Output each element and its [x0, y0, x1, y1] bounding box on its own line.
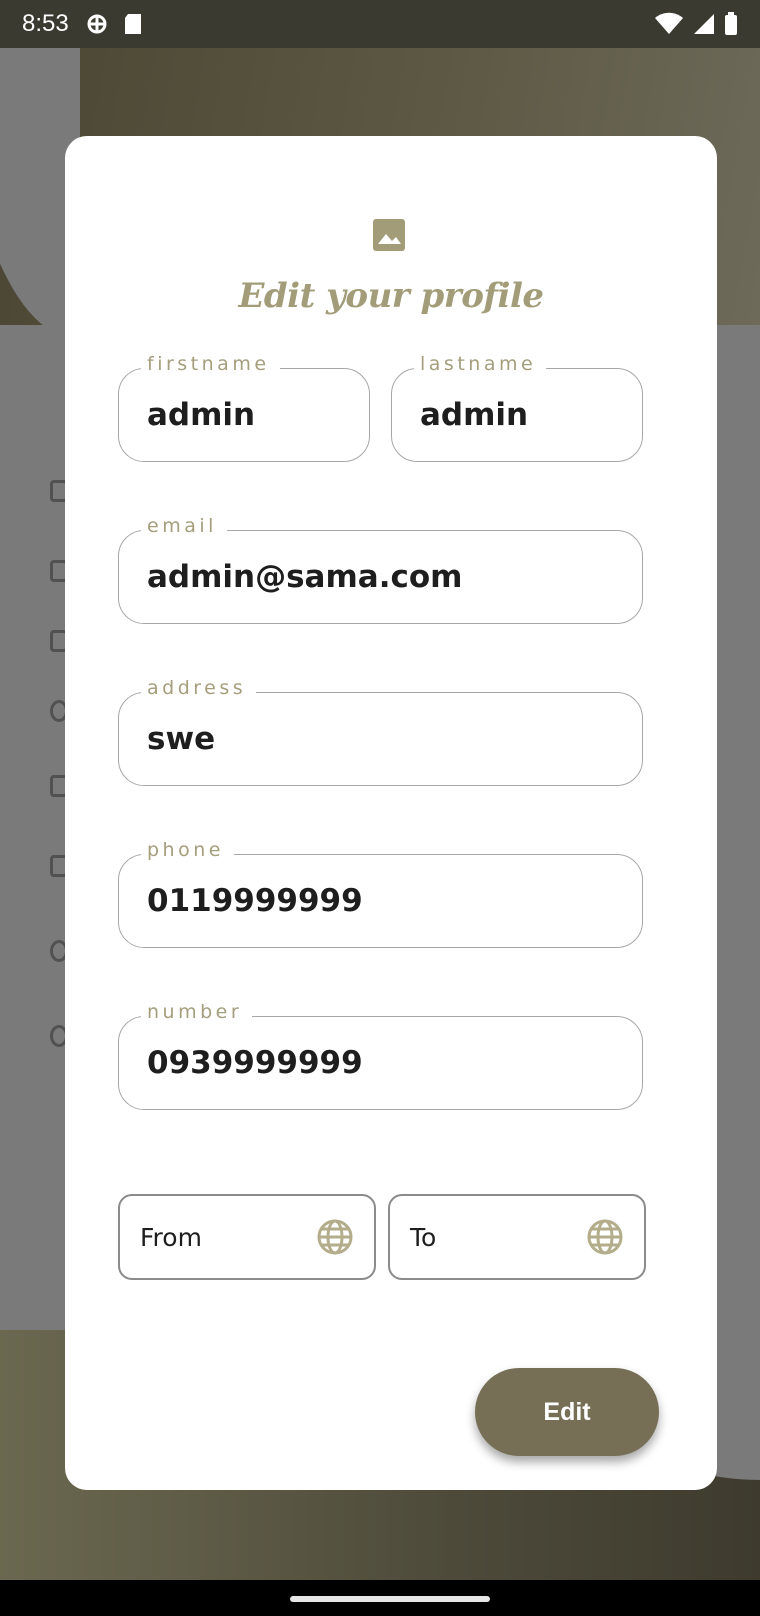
email-value[interactable]: admin@sama.com	[147, 559, 462, 595]
home-gesture-handle[interactable]	[290, 1596, 490, 1602]
email-label: email	[141, 515, 227, 537]
number-label: number	[141, 1001, 253, 1023]
signal-icon	[694, 14, 714, 34]
navigation-bar	[0, 1580, 760, 1616]
edit-button[interactable]: Edit	[475, 1368, 659, 1456]
from-selector[interactable]: From	[118, 1194, 376, 1280]
dialog-title: Edit your profile	[238, 276, 544, 316]
number-field[interactable]: number 0939999999	[118, 1001, 643, 1110]
firstname-field[interactable]: firstname admin	[118, 353, 370, 462]
globe-icon	[587, 1219, 623, 1255]
to-label: To	[410, 1222, 437, 1252]
battery-icon	[725, 12, 737, 35]
email-field[interactable]: email admin@sama.com	[118, 515, 643, 624]
firstname-value[interactable]: admin	[147, 397, 255, 433]
status-time: 8:53	[22, 10, 69, 37]
sd-card-icon	[124, 14, 141, 34]
lastname-value[interactable]: admin	[420, 397, 528, 433]
vpn-icon	[87, 14, 107, 34]
to-selector[interactable]: To	[388, 1194, 646, 1280]
address-field[interactable]: address swe	[118, 677, 643, 786]
firstname-label: firstname	[141, 353, 280, 375]
globe-icon	[317, 1219, 353, 1255]
from-label: From	[140, 1222, 202, 1252]
number-value[interactable]: 0939999999	[147, 1045, 363, 1081]
image-icon[interactable]	[372, 218, 406, 252]
phone-field[interactable]: phone 0119999999	[118, 839, 643, 948]
address-label: address	[141, 677, 257, 699]
phone-value[interactable]: 0119999999	[147, 883, 363, 919]
wifi-icon	[655, 12, 683, 34]
lastname-label: lastname	[414, 353, 547, 375]
lastname-field[interactable]: lastname admin	[391, 353, 643, 462]
edit-profile-dialog: Edit your profile firstname admin lastna…	[65, 136, 717, 1490]
phone-label: phone	[141, 839, 234, 861]
address-value[interactable]: swe	[147, 721, 215, 757]
status-bar: 8:53	[0, 0, 760, 48]
